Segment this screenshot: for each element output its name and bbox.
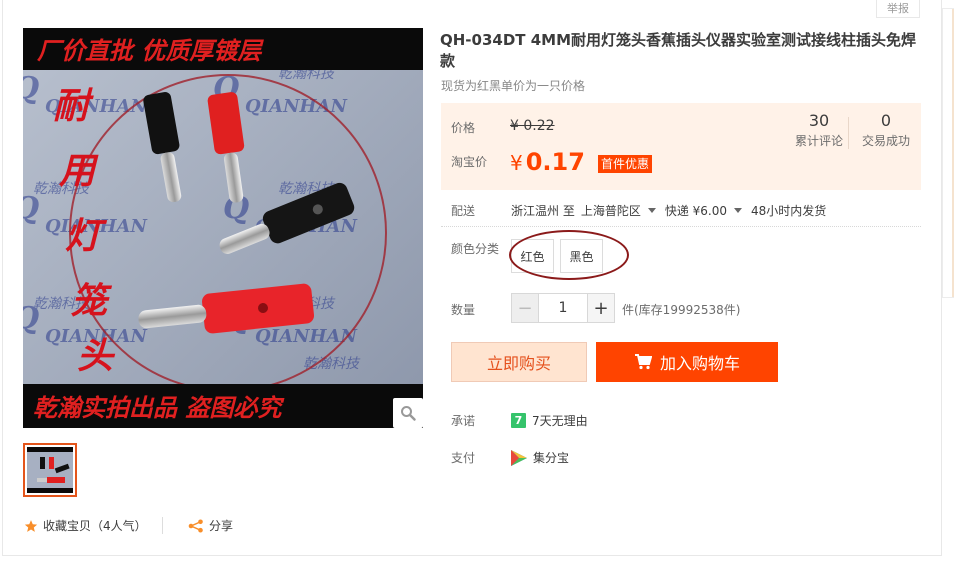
svg-text:QIANHAN: QIANHAN [255,326,358,347]
share-button[interactable]: 分享 [188,517,233,534]
decrement-button[interactable]: − [511,293,539,323]
shipping-label: 配送 [451,204,476,218]
payment-text: 集分宝 [533,451,570,465]
main-product-image[interactable]: Q QIANHAN Q QIANHAN Q QIANHAN Q QIANHAN … [23,28,423,428]
svg-text:头: 头 [77,335,116,377]
payment-item[interactable]: 集分宝 [511,449,569,466]
svg-text:耐: 耐 [53,85,94,127]
product-subtitle: 现货为红黑单价为一只价格 [441,79,586,93]
add-to-cart-button[interactable]: 加入购物车 [596,342,778,382]
quantity-input[interactable] [539,293,587,323]
share-label: 分享 [209,519,234,533]
reviews-count: 30 [808,111,830,130]
add-to-cart-label: 加入购物车 [659,354,740,373]
promo-badge[interactable]: 首件优惠 [598,155,653,173]
reviews-label: 累计评论 [794,134,843,148]
taobao-price-label: 淘宝价 [451,155,488,169]
jifenbao-icon [511,449,527,466]
shipping-info: 浙江温州 至 上海普陀区 快递 ¥6.00 48小时内发货 [511,202,826,219]
svg-text:乾瀚科技: 乾瀚科技 [303,356,361,372]
share-icon [188,519,203,532]
deals-stat: 0 交易成功 [854,111,918,149]
ship-to[interactable]: 上海普陀区 [581,202,641,219]
promise-text: 7天无理由 [532,414,588,428]
quantity-stepper: − + [511,293,615,323]
reviews-stat[interactable]: 30 累计评论 [787,111,851,149]
magnifier-icon [401,406,416,421]
quantity-label: 数量 [451,303,476,317]
stats-divider [848,117,849,149]
zoom-button[interactable] [393,398,423,428]
price-panel: 价格 ¥ 0.22 淘宝价 ¥ 0.17 首件优惠 30 累计评论 0 交易成功 [441,103,921,190]
favorite-label: 收藏宝贝（4人气） [43,519,147,533]
currency-symbol: ¥ [510,151,523,175]
svg-text:厂价直批 优质厚镀层: 厂价直批 优质厚镀层 [37,36,264,65]
deals-label: 交易成功 [861,134,910,148]
price-label: 价格 [451,121,476,135]
sku-option-red[interactable]: 红色 [511,239,554,273]
promise-item[interactable]: 7 7天无理由 [511,412,588,429]
product-photo: Q QIANHAN Q QIANHAN Q QIANHAN Q QIANHAN … [23,28,423,428]
svg-text:笼: 笼 [71,280,113,322]
payment-label: 支付 [451,451,476,465]
svg-text:Q: Q [23,71,39,106]
thumbnail-1[interactable] [23,443,77,497]
promise-label: 承诺 [451,414,476,428]
star-icon [24,519,38,532]
chevron-down-icon[interactable] [647,208,656,213]
favorite-button[interactable]: 收藏宝贝（4人气） [24,517,147,534]
stock-info: 件(库存19992538件) [622,303,741,317]
svg-text:乾瀚实拍出品 盗图必究: 乾瀚实拍出品 盗图必究 [33,393,285,422]
svg-text:用: 用 [58,150,99,192]
divider [441,226,921,227]
taobao-price: ¥ 0.17 [510,148,585,176]
ship-from: 浙江温州 至 [511,204,575,218]
ship-method[interactable]: 快递 ¥6.00 [665,202,727,219]
right-side-strip [942,8,954,298]
original-price: ¥ 0.22 [510,118,555,134]
ship-time: 48小时内发货 [751,204,827,218]
deals-count: 0 [880,111,892,130]
thumbnail-image [27,447,73,493]
seven-day-return-icon: 7 [511,413,526,428]
product-title: QH-034DT 4MM耐用灯笼头香蕉插头仪器实验室测试接线柱插头免焊款 [440,31,917,70]
sku-label: 颜色分类 [451,242,500,256]
increment-button[interactable]: + [587,293,615,323]
chevron-down-icon[interactable] [734,208,743,213]
buy-now-button[interactable]: 立即购买 [451,342,587,382]
footer-divider [162,517,163,534]
sku-option-black[interactable]: 黑色 [560,239,603,273]
cart-icon [634,354,652,370]
report-link[interactable]: 举报 [876,0,920,18]
price-value: 0.17 [525,148,585,176]
